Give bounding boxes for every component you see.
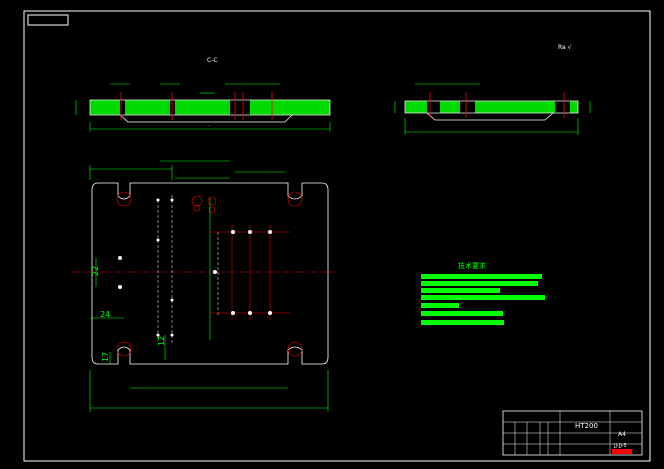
title-block: HT200 A4 JJ-JJ-5 <box>502 410 643 456</box>
tech-line-1 <box>421 274 542 279</box>
tech-line-5 <box>421 311 503 316</box>
title-drawing-id: JJ-JJ-5 <box>613 443 627 449</box>
tech-line-4 <box>421 303 459 308</box>
dim-inner-height: 12 <box>157 336 166 346</box>
drawing-frame <box>23 10 651 462</box>
section-view-right <box>394 83 591 135</box>
section-body <box>90 100 330 115</box>
title-scale: A4 <box>618 431 626 438</box>
dim-mid-offset: 22 <box>91 266 100 276</box>
dim-left-edge: 24 <box>100 310 110 319</box>
tech-line-1b <box>421 281 538 286</box>
svg-text:--: -- <box>208 123 211 128</box>
section-label: C-C <box>207 57 218 64</box>
tech-line-6 <box>421 320 504 325</box>
section-view-left: -- <box>75 83 331 132</box>
plan-view: 24 22 17 12 <box>72 160 336 412</box>
tech-line-3 <box>421 295 545 300</box>
title-material: HT200 <box>575 422 598 430</box>
tech-requirements: 技术要求 <box>421 261 545 325</box>
drawing-canvas: Ra √ C-C -- 24 22 17 12 技术要求 HT200 A4 JJ… <box>23 10 651 462</box>
dim-bottom-left: 17 <box>101 352 110 362</box>
tech-requirements-title: 技术要求 <box>458 261 486 270</box>
roughness-symbol: Ra √ <box>558 44 572 51</box>
tech-line-2 <box>421 288 500 293</box>
